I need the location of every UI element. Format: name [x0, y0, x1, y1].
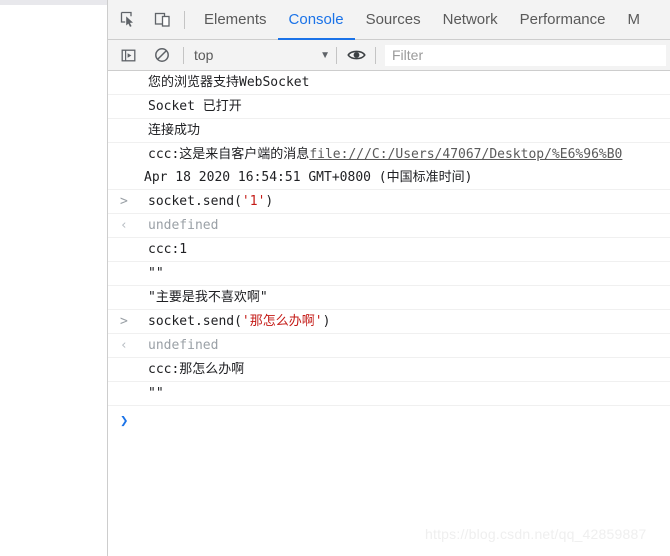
log-row: ccc:那怎么办啊 — [108, 358, 670, 382]
log-message: Socket 已打开 — [148, 99, 242, 114]
log-row-input[interactable]: > socket.send('1') — [108, 190, 670, 214]
prompt-arrow-icon: ❯ — [120, 413, 129, 429]
inspect-element-icon[interactable] — [114, 6, 142, 34]
filter-placeholder: Filter — [392, 47, 424, 63]
code-prefix: socket.send( — [148, 194, 242, 209]
output-arrow-icon: ‹ — [120, 218, 128, 233]
console-toolbar: top ▼ Filter — [108, 40, 670, 71]
log-row: ccc:1 — [108, 238, 670, 262]
console-input-expression: socket.send('1') — [136, 190, 670, 213]
web-page-area — [0, 0, 107, 556]
log-message-with-source: ccc:这是来自客户端的消息file:///C:/Users/47067/Des… — [136, 143, 670, 166]
toolbar-divider-2 — [336, 46, 337, 64]
log-message: "" — [148, 266, 164, 281]
tab-console[interactable]: Console — [277, 0, 355, 40]
input-arrow-icon: > — [120, 314, 128, 329]
tab-memory[interactable]: M — [617, 0, 652, 40]
log-row: 您的浏览器支持WebSocket — [108, 71, 670, 95]
tab-elements[interactable]: Elements — [193, 0, 278, 40]
watermark: https://blog.csdn.net/qq_42859887 — [425, 526, 647, 542]
code-string-literal: '那怎么办啊' — [241, 314, 323, 329]
log-message: 连接成功 — [148, 123, 201, 138]
live-expressions-eye-icon[interactable] — [343, 42, 369, 68]
input-arrow-icon: > — [120, 194, 128, 209]
console-output-value: undefined — [148, 218, 219, 233]
log-row: "" — [108, 382, 670, 406]
show-console-sidebar-icon[interactable] — [115, 42, 141, 68]
browser-chrome-strip — [0, 0, 107, 5]
log-row-output: ‹ undefined — [108, 334, 670, 358]
execution-context-value: top — [194, 47, 214, 63]
log-row-input[interactable]: > socket.send('那怎么办啊') — [108, 310, 670, 334]
source-link[interactable]: file:///C:/Users/47067/Desktop/%E6%96%B0 — [309, 147, 622, 162]
clear-console-icon[interactable] — [149, 42, 175, 68]
tab-sources[interactable]: Sources — [355, 0, 432, 40]
console-output-value: undefined — [148, 338, 219, 353]
code-suffix: ) — [265, 194, 274, 209]
device-toolbar-icon[interactable] — [148, 6, 176, 34]
devtools-tabbar: Elements Console Sources Network Perform… — [108, 0, 670, 40]
code-suffix: ) — [322, 314, 331, 329]
log-row: Socket 已打开 — [108, 95, 670, 119]
code-string-literal: '1' — [241, 194, 266, 209]
log-message: "" — [148, 386, 164, 401]
console-prompt-row[interactable]: ❯ — [108, 406, 670, 436]
log-gutter — [120, 166, 136, 189]
log-row-output: ‹ undefined — [108, 214, 670, 238]
log-row: ccc:这是来自客户端的消息file:///C:/Users/47067/Des… — [108, 143, 670, 190]
log-timestamp-line: Apr 18 2020 16:54:51 GMT+0800 (中国标准时间) — [144, 170, 473, 185]
log-gutter — [120, 143, 136, 166]
log-message: "主要是我不喜欢啊" — [148, 290, 268, 305]
console-input-expression: socket.send('那怎么办啊') — [136, 310, 670, 333]
execution-context-select[interactable]: top ▼ — [184, 44, 336, 66]
filter-input[interactable]: Filter — [385, 44, 666, 66]
chevron-down-icon: ▼ — [320, 49, 330, 61]
log-message: 您的浏览器支持WebSocket — [148, 75, 310, 90]
log-row: "" — [108, 262, 670, 286]
tab-network[interactable]: Network — [432, 0, 509, 40]
output-arrow-icon: ‹ — [120, 338, 128, 353]
toolbar-divider-3 — [375, 46, 376, 64]
log-message: ccc:1 — [148, 242, 188, 257]
log-message-text: ccc:这是来自客户端的消息 — [148, 147, 310, 162]
toolbar-divider — [184, 10, 185, 29]
log-message: ccc:那怎么办啊 — [148, 362, 245, 377]
log-row: 连接成功 — [108, 119, 670, 143]
devtools-panel: Elements Console Sources Network Perform… — [107, 0, 670, 556]
code-prefix: socket.send( — [148, 314, 242, 329]
log-row: "主要是我不喜欢啊" — [108, 286, 670, 310]
console-log-list[interactable]: 您的浏览器支持WebSocket Socket 已打开 连接成功 ccc:这是来… — [108, 71, 670, 436]
tab-performance[interactable]: Performance — [509, 0, 617, 40]
